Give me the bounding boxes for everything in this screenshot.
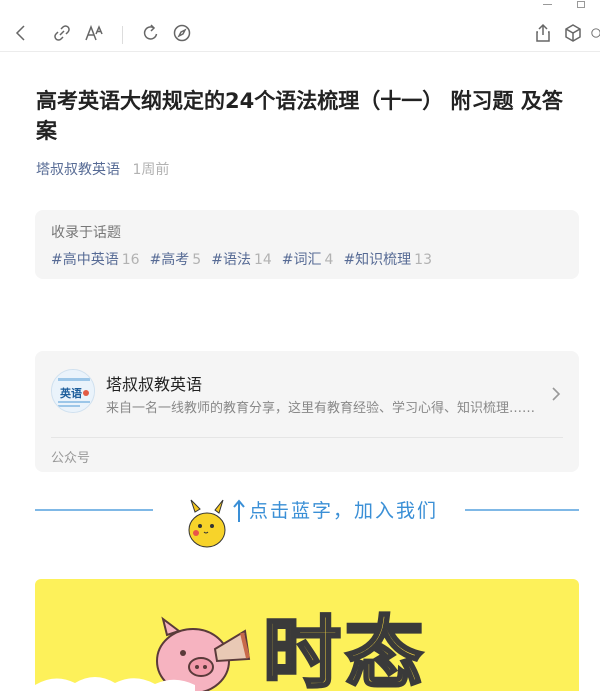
topic-tag[interactable]: #语法 14 [211, 249, 272, 269]
topic-count: 5 [192, 252, 202, 268]
window-controls [520, 0, 600, 12]
account-type: 公众号 [51, 451, 91, 466]
topic-name: #语法 [211, 252, 251, 268]
official-account-card[interactable]: 英语 塔叔叔教英语 来自一名一线教师的教育分享，这里有教育经验、学习心得、知识梳… [35, 351, 579, 472]
article-title: 高考英语大纲规定的24个语法梳理（十一） 附习题 及答案 [36, 89, 563, 143]
topic-tag[interactable]: #知识梳理 13 [343, 249, 432, 269]
topics-label: 收录于话题 [51, 225, 121, 241]
topics-card: 收录于话题 #高中英语 16 #高考 5 #语法 14 #词汇 4 #知识梳理 13 [35, 210, 579, 279]
share-icon[interactable] [530, 20, 556, 46]
topic-tag[interactable]: #高考 5 [150, 249, 202, 269]
toolbar-divider [122, 26, 123, 44]
card-divider [51, 437, 563, 438]
banner-line-right [465, 509, 579, 511]
topic-name: #高考 [149, 252, 190, 268]
cube-icon[interactable] [560, 20, 586, 46]
topic-count: 16 [121, 252, 140, 268]
compass-icon[interactable] [169, 20, 195, 46]
publish-time: 1周前 [132, 162, 170, 178]
cloud-decoration [35, 677, 195, 691]
topic-count: 14 [253, 252, 272, 268]
topic-list: #高中英语 16 #高考 5 #语法 14 #词汇 4 #知识梳理 13 [51, 249, 563, 269]
banner-line-left [35, 509, 153, 511]
topic-tag[interactable]: #高中英语 16 [51, 249, 140, 269]
account-name: 塔叔叔教英语 [106, 375, 203, 394]
minimize-icon[interactable] [543, 4, 552, 5]
arrow-up-icon [233, 499, 245, 522]
follow-prompt[interactable]: 点击蓝字，加入我们 [249, 496, 438, 523]
avatar-text: 英语 [59, 386, 82, 400]
topic-name: #知识梳理 [343, 252, 412, 268]
chevron-left-icon[interactable] [8, 20, 34, 46]
link-icon[interactable] [49, 20, 75, 46]
follow-banner: 点击蓝字，加入我们 [35, 490, 579, 550]
author-link[interactable]: 塔叔叔教英语 [36, 162, 120, 178]
refresh-icon[interactable] [138, 20, 164, 46]
article-meta: 塔叔叔教英语 1周前 [36, 159, 169, 179]
topic-tag[interactable]: #词汇 4 [282, 249, 334, 269]
maximize-icon[interactable] [577, 1, 585, 8]
toolbar [0, 16, 600, 52]
topic-count: 13 [414, 252, 432, 268]
topic-name: #词汇 [281, 252, 322, 268]
chevron-right-icon [552, 387, 561, 401]
avatar: 英语 [51, 369, 95, 413]
topic-count: 4 [324, 252, 334, 268]
more-icon[interactable] [590, 20, 600, 46]
pikachu-icon [188, 499, 226, 548]
title-banner-image: 时态 [35, 579, 579, 691]
topic-name: #高中英语 [51, 252, 119, 268]
account-description: 来自一名一线教师的教育分享，这里有教育经验、学习心得、知识梳理…… [106, 401, 536, 416]
font-size-icon[interactable] [81, 20, 107, 46]
